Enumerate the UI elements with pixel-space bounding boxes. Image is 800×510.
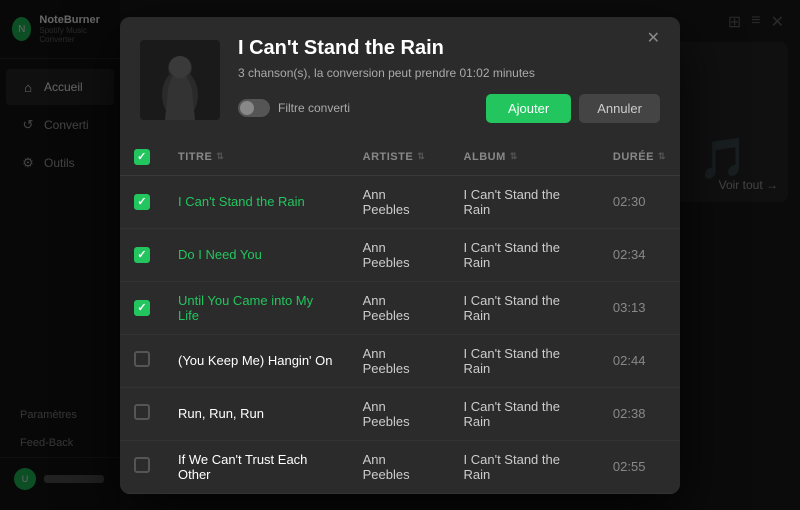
track-duration-cell: 02:34 bbox=[599, 228, 680, 281]
table-row: I Can't Stand the Rain Ann Peebles I Can… bbox=[120, 175, 680, 228]
track-checkbox-5[interactable] bbox=[134, 457, 150, 473]
track-artist-cell: Ann Peebles bbox=[349, 281, 450, 334]
track-title-cell: I Can't Stand the Rain bbox=[164, 175, 349, 228]
modal-title: I Can't Stand the Rain bbox=[238, 37, 660, 60]
artist-column-header: ARTISTE ⇅ bbox=[349, 139, 450, 176]
track-album-1: I Can't Stand the Rain bbox=[464, 240, 560, 270]
track-artist-cell: Ann Peebles bbox=[349, 228, 450, 281]
add-button[interactable]: Ajouter bbox=[486, 94, 571, 123]
track-duration-1: 02:34 bbox=[613, 247, 646, 262]
table-row: (You Keep Me) Hangin' On Ann Peebles I C… bbox=[120, 334, 680, 387]
row-checkbox-cell[interactable] bbox=[120, 281, 164, 334]
table-row: If We Can't Trust Each Other Ann Peebles… bbox=[120, 440, 680, 493]
duration-sort-icon[interactable]: ⇅ bbox=[658, 151, 666, 162]
track-duration-cell: 02:44 bbox=[599, 334, 680, 387]
track-album-0: I Can't Stand the Rain bbox=[464, 187, 560, 217]
album-column-header: ALBUM ⇅ bbox=[450, 139, 599, 176]
modal-close-button[interactable]: ✕ bbox=[641, 29, 666, 49]
track-artist-2: Ann Peebles bbox=[363, 293, 410, 323]
filter-toggle-wrap: Filtre converti bbox=[238, 99, 350, 117]
track-artist-5: Ann Peebles bbox=[363, 452, 410, 482]
track-title-cell: Do I Need You bbox=[164, 228, 349, 281]
artist-sort-icon[interactable]: ⇅ bbox=[417, 151, 425, 162]
track-duration-5: 02:55 bbox=[613, 459, 646, 474]
modal-overlay: I Can't Stand the Rain 3 chanson(s), la … bbox=[0, 0, 800, 510]
track-duration-2: 03:13 bbox=[613, 300, 646, 315]
table-row: Until You Came into My Life Ann Peebles … bbox=[120, 281, 680, 334]
track-title-2: Until You Came into My Life bbox=[178, 293, 313, 323]
row-checkbox-cell[interactable] bbox=[120, 334, 164, 387]
track-artist-1: Ann Peebles bbox=[363, 240, 410, 270]
track-checkbox-1[interactable] bbox=[134, 247, 150, 263]
table-row: Run, Run, Run Ann Peebles I Can't Stand … bbox=[120, 387, 680, 440]
track-album-cell: I Can't Stand the Rain bbox=[450, 334, 599, 387]
track-album-cell: I Can't Stand the Rain bbox=[450, 440, 599, 493]
track-artist-cell: Ann Peebles bbox=[349, 440, 450, 493]
track-artist-0: Ann Peebles bbox=[363, 187, 410, 217]
track-title-cell: Run, Run, Run bbox=[164, 387, 349, 440]
album-sort-icon[interactable]: ⇅ bbox=[510, 151, 518, 162]
track-title-0: I Can't Stand the Rain bbox=[178, 194, 305, 209]
track-artist-cell: Ann Peebles bbox=[349, 387, 450, 440]
duration-column-header: DURÉE ⇅ bbox=[599, 139, 680, 176]
track-duration-3: 02:44 bbox=[613, 353, 646, 368]
track-title-cell: If We Can't Trust Each Other bbox=[164, 440, 349, 493]
track-artist-cell: Ann Peebles bbox=[349, 334, 450, 387]
album-silhouette bbox=[140, 40, 220, 120]
toggle-label: Filtre converti bbox=[278, 101, 350, 115]
track-checkbox-4[interactable] bbox=[134, 404, 150, 420]
track-duration-cell: 02:55 bbox=[599, 440, 680, 493]
track-album-4: I Can't Stand the Rain bbox=[464, 399, 560, 429]
track-album-2: I Can't Stand the Rain bbox=[464, 293, 560, 323]
modal-subtitle: 3 chanson(s), la conversion peut prendre… bbox=[238, 66, 660, 80]
track-title-3: (You Keep Me) Hangin' On bbox=[178, 353, 332, 368]
tracks-table: TITRE ⇅ ARTISTE ⇅ ALBUM ⇅ bbox=[120, 139, 680, 494]
track-title-4: Run, Run, Run bbox=[178, 406, 264, 421]
checkbox-header[interactable] bbox=[120, 139, 164, 176]
title-sort-icon[interactable]: ⇅ bbox=[216, 151, 224, 162]
track-checkbox-3[interactable] bbox=[134, 351, 150, 367]
track-duration-4: 02:38 bbox=[613, 406, 646, 421]
row-checkbox-cell[interactable] bbox=[120, 440, 164, 493]
track-artist-4: Ann Peebles bbox=[363, 399, 410, 429]
filter-toggle[interactable] bbox=[238, 99, 270, 117]
track-album-cell: I Can't Stand the Rain bbox=[450, 281, 599, 334]
modal-info: I Can't Stand the Rain 3 chanson(s), la … bbox=[238, 37, 660, 123]
track-duration-cell: 02:38 bbox=[599, 387, 680, 440]
table-header: TITRE ⇅ ARTISTE ⇅ ALBUM ⇅ bbox=[120, 139, 680, 176]
track-checkbox-0[interactable] bbox=[134, 194, 150, 210]
modal-header: I Can't Stand the Rain 3 chanson(s), la … bbox=[120, 17, 680, 139]
modal-actions: Ajouter Annuler bbox=[486, 94, 660, 123]
album-art bbox=[140, 40, 220, 120]
table-row: Do I Need You Ann Peebles I Can't Stand … bbox=[120, 228, 680, 281]
track-artist-3: Ann Peebles bbox=[363, 346, 410, 376]
track-album-5: I Can't Stand the Rain bbox=[464, 452, 560, 482]
track-title-5: If We Can't Trust Each Other bbox=[178, 452, 307, 482]
row-checkbox-cell[interactable] bbox=[120, 387, 164, 440]
track-duration-cell: 03:13 bbox=[599, 281, 680, 334]
track-album-cell: I Can't Stand the Rain bbox=[450, 387, 599, 440]
track-title-cell: Until You Came into My Life bbox=[164, 281, 349, 334]
row-checkbox-cell[interactable] bbox=[120, 228, 164, 281]
track-album-cell: I Can't Stand the Rain bbox=[450, 175, 599, 228]
modal-dialog: I Can't Stand the Rain 3 chanson(s), la … bbox=[120, 17, 680, 494]
row-checkbox-cell[interactable] bbox=[120, 175, 164, 228]
modal-controls: Filtre converti Ajouter Annuler bbox=[238, 94, 660, 123]
album-art-image bbox=[140, 40, 220, 120]
track-album-3: I Can't Stand the Rain bbox=[464, 346, 560, 376]
title-column-header: TITRE ⇅ bbox=[164, 139, 349, 176]
track-checkbox-2[interactable] bbox=[134, 300, 150, 316]
cancel-button[interactable]: Annuler bbox=[579, 94, 660, 123]
track-duration-0: 02:30 bbox=[613, 194, 646, 209]
track-artist-cell: Ann Peebles bbox=[349, 175, 450, 228]
tracks-list: I Can't Stand the Rain Ann Peebles I Can… bbox=[120, 175, 680, 493]
track-duration-cell: 02:30 bbox=[599, 175, 680, 228]
select-all-checkbox[interactable] bbox=[134, 149, 150, 165]
track-album-cell: I Can't Stand the Rain bbox=[450, 228, 599, 281]
track-title-1: Do I Need You bbox=[178, 247, 262, 262]
track-title-cell: (You Keep Me) Hangin' On bbox=[164, 334, 349, 387]
